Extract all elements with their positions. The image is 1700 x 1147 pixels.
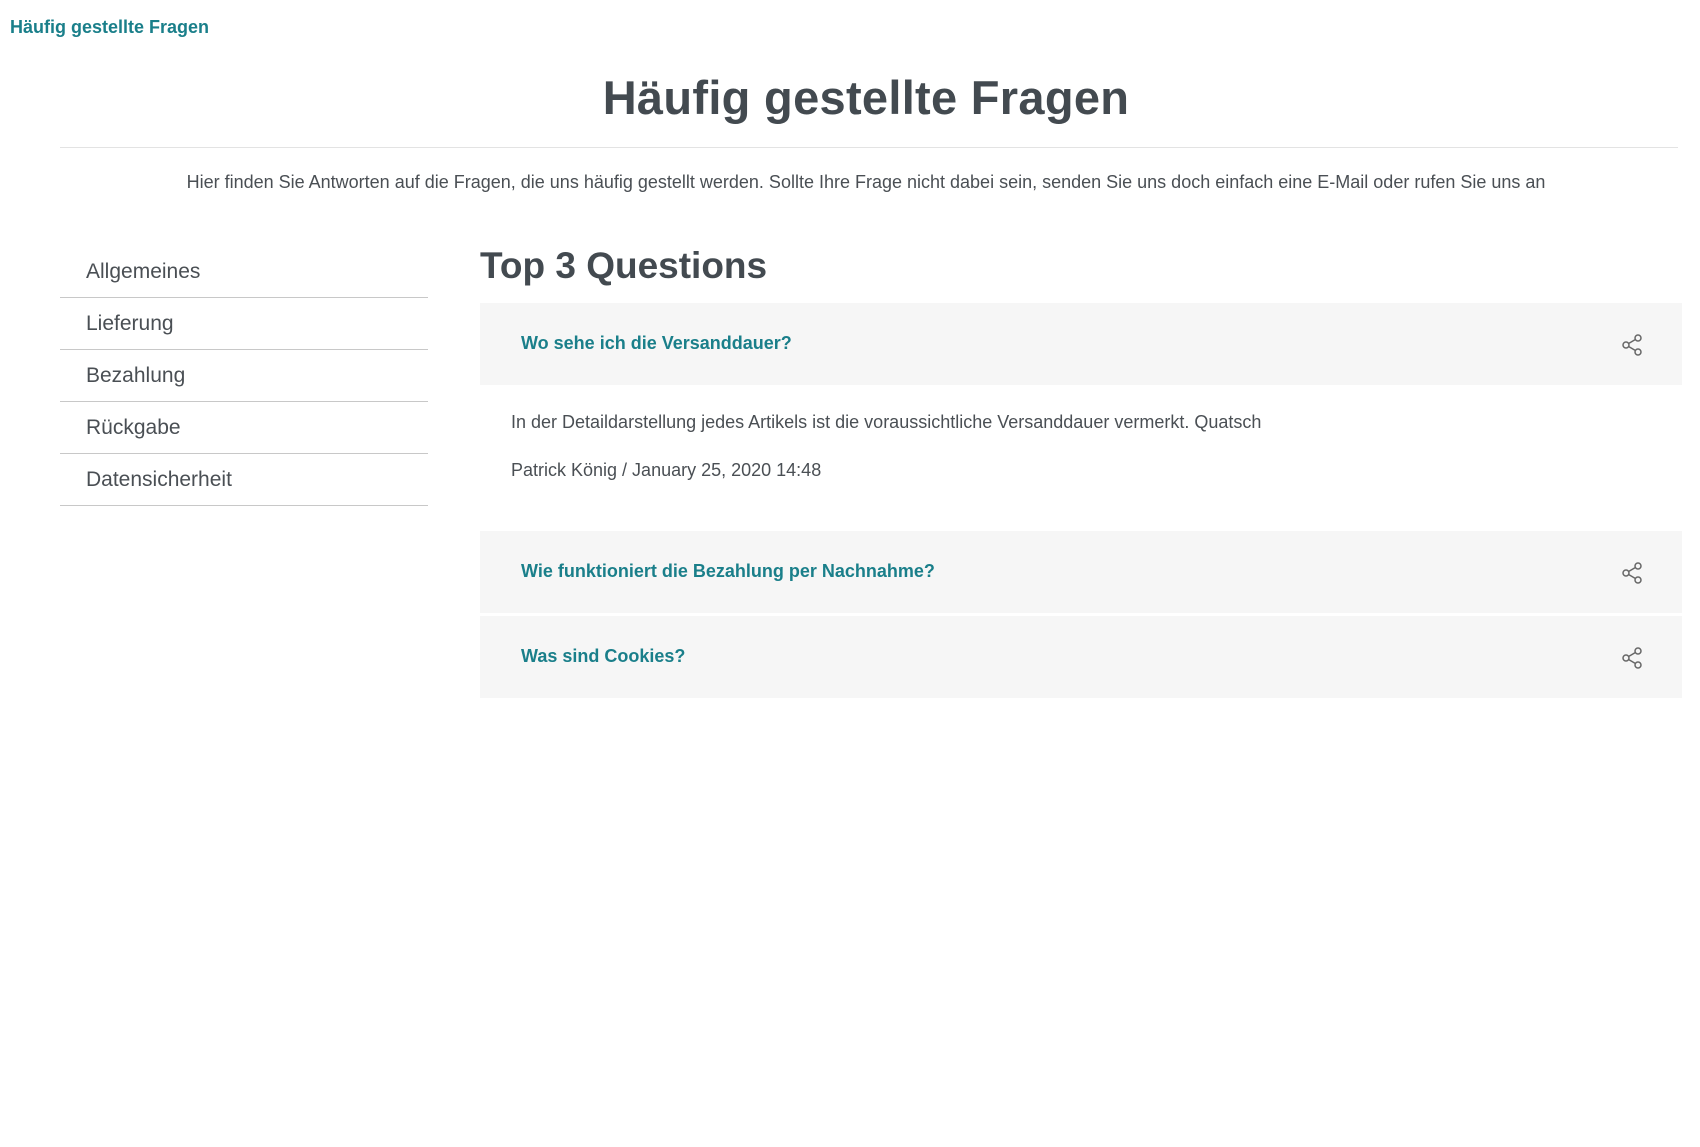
- faq-question-label[interactable]: Wo sehe ich die Versanddauer?: [521, 303, 792, 383]
- faq-question-cookies[interactable]: Was sind Cookies?: [480, 616, 1682, 698]
- faq-answer-meta: Patrick König / January 25, 2020 14:48: [511, 460, 822, 480]
- breadcrumb[interactable]: Häufig gestellte Fragen: [10, 17, 209, 38]
- faq-question-nachnahme[interactable]: Wie funktioniert die Bezahlung per Nachn…: [480, 531, 1682, 613]
- faq-question-versanddauer[interactable]: Wo sehe ich die Versanddauer?: [480, 303, 1682, 385]
- title-divider: [60, 147, 1678, 148]
- sidebar-item-bezahlung[interactable]: Bezahlung: [60, 350, 428, 402]
- page-title: Häufig gestellte Fragen: [602, 71, 1130, 124]
- faq-answer-text: In der Detaildarstellung jedes Artikels …: [511, 412, 1262, 432]
- share-icon[interactable]: [1620, 333, 1644, 357]
- category-sidebar: Allgemeines Lieferung Bezahlung Rückgabe…: [60, 246, 428, 506]
- sidebar-item-allgemeines[interactable]: Allgemeines: [60, 246, 428, 298]
- share-icon[interactable]: [1620, 646, 1644, 670]
- sidebar-item-lieferung[interactable]: Lieferung: [60, 298, 428, 350]
- sidebar-item-datensicherheit[interactable]: Datensicherheit: [60, 454, 428, 506]
- section-title: Top 3 Questions: [480, 245, 768, 286]
- faq-main: Top 3 Questions Wo sehe ich die Versandd…: [480, 240, 1682, 701]
- intro-text: Hier finden Sie Antworten auf die Fragen…: [186, 172, 1546, 192]
- faq-question-label[interactable]: Wie funktioniert die Bezahlung per Nachn…: [521, 531, 935, 611]
- share-icon[interactable]: [1620, 561, 1644, 585]
- faq-answer: In der Detaildarstellung jedes Artikels …: [480, 388, 1682, 531]
- faq-question-label[interactable]: Was sind Cookies?: [521, 616, 685, 696]
- sidebar-item-rueckgabe[interactable]: Rückgabe: [60, 402, 428, 454]
